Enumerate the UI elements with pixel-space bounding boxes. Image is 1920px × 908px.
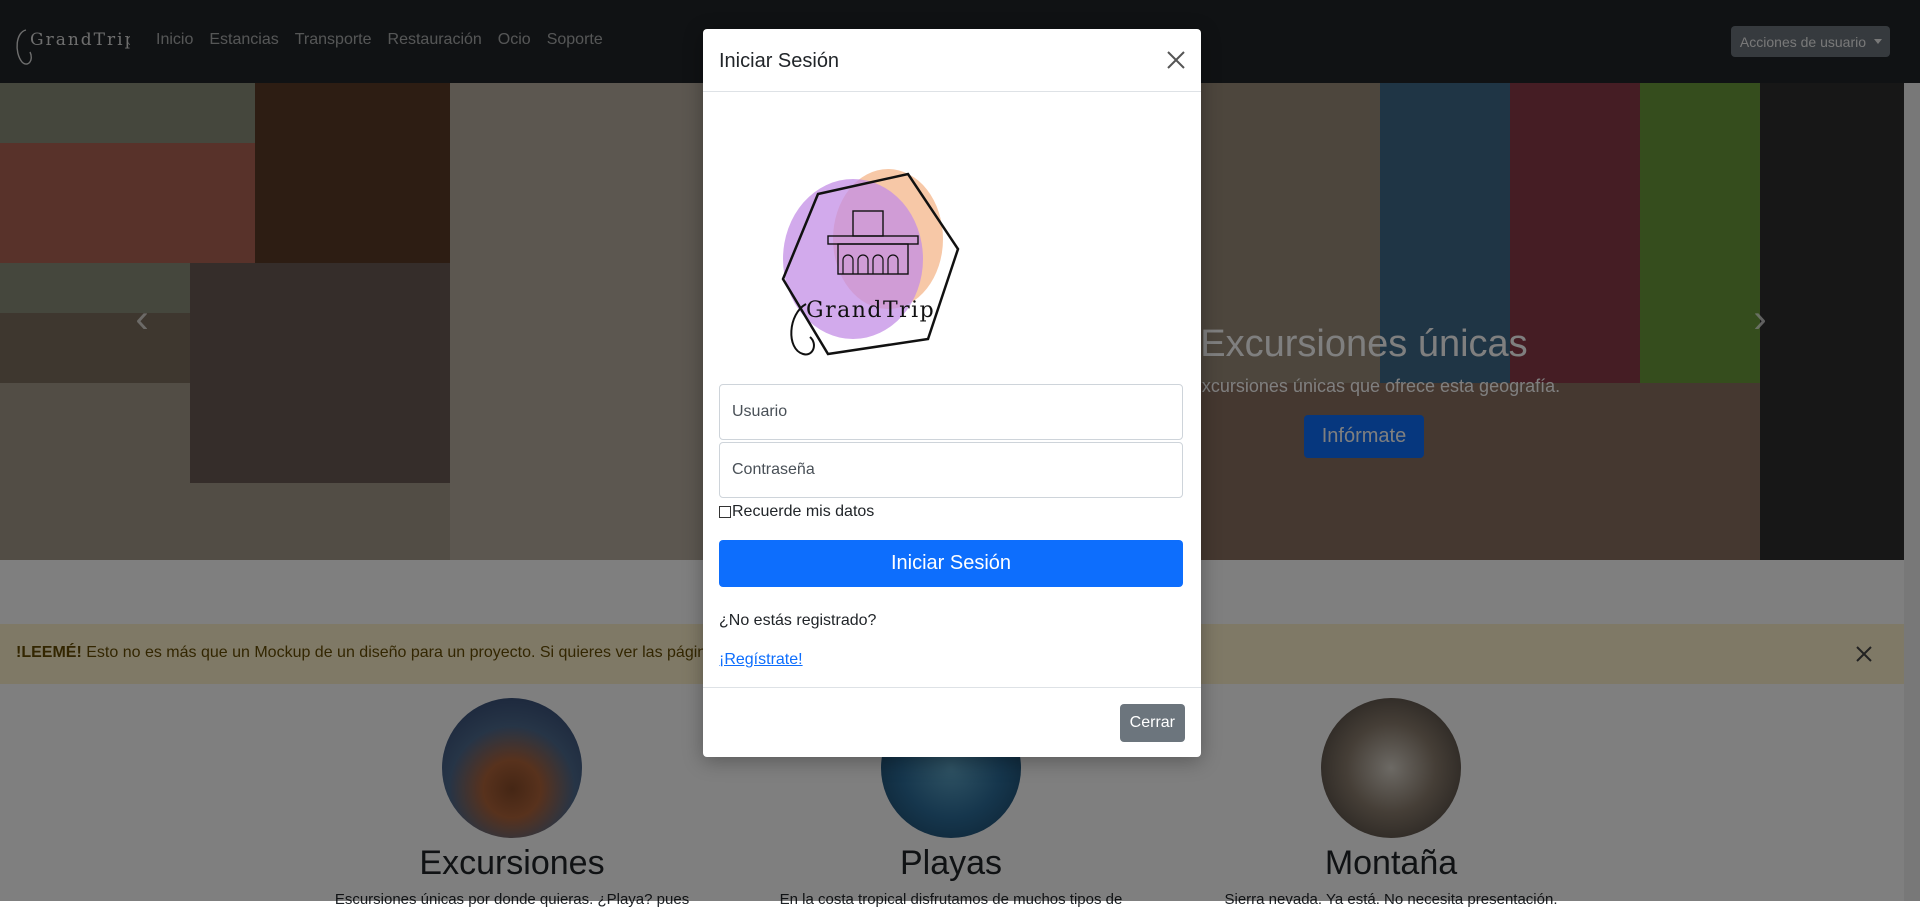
logo-text: GrandTrip <box>806 298 935 323</box>
register-link[interactable]: ¡Regístrate! <box>719 651 803 669</box>
modal-header: Iniciar Sesión <box>703 29 1201 92</box>
login-button[interactable]: Iniciar Sesión <box>719 540 1183 587</box>
close-icon[interactable] <box>1165 49 1187 71</box>
remember-label: Recuerde mis datos <box>732 503 875 520</box>
password-input[interactable] <box>719 442 1183 498</box>
modal-footer: Cerrar <box>703 687 1201 758</box>
modal-title: Iniciar Sesión <box>719 50 840 72</box>
remember-me[interactable]: Recuerde mis datos <box>719 503 874 521</box>
close-button[interactable]: Cerrar <box>1119 704 1185 742</box>
login-modal: Iniciar Sesión GrandTrip Recuerde mis da… <box>703 29 1201 757</box>
grandtrip-logo: GrandTrip <box>781 169 960 356</box>
not-registered-text: ¿No estás registrado? <box>719 612 877 629</box>
username-input[interactable] <box>719 384 1183 440</box>
remember-checkbox[interactable] <box>719 506 731 518</box>
